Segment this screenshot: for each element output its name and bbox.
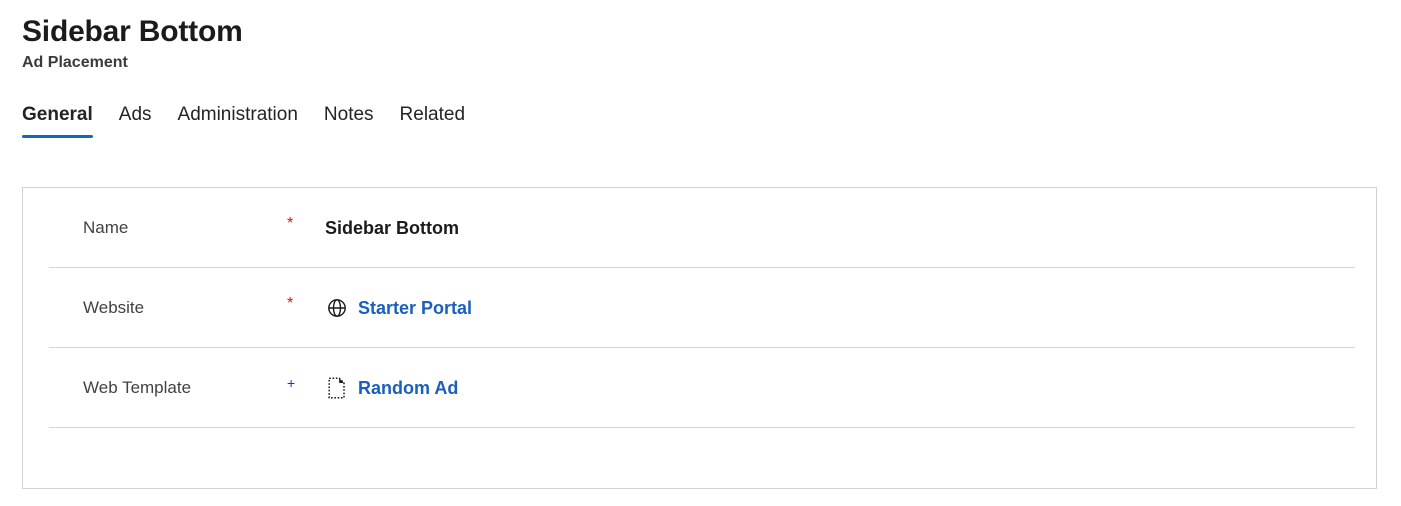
page-header: Sidebar Bottom Ad Placement xyxy=(0,0,1401,74)
tab-related[interactable]: Related xyxy=(387,103,479,138)
field-value: Random Ad xyxy=(325,376,458,400)
page-title: Sidebar Bottom xyxy=(22,15,243,48)
field-row: Name * Sidebar Bottom xyxy=(49,188,1355,268)
general-form-card: Name * Sidebar Bottom Website * Starter Porta… xyxy=(22,187,1377,489)
field-row: Website * Starter Portal xyxy=(49,268,1355,348)
lookup-link[interactable]: Starter Portal xyxy=(358,296,472,320)
field-list: Name * Sidebar Bottom Website * Starter Porta… xyxy=(23,188,1376,428)
lookup-link[interactable]: Random Ad xyxy=(358,376,458,400)
tab-ads[interactable]: Ads xyxy=(106,103,165,138)
required-marker: * xyxy=(287,294,294,312)
field-value: Sidebar Bottom xyxy=(325,216,459,240)
field-label: Name xyxy=(83,217,129,237)
page-dotted-icon xyxy=(325,376,349,400)
field-row: Web Template + Random Ad xyxy=(49,348,1355,428)
globe-icon xyxy=(325,296,349,320)
tab-strip: General Ads Administration Notes Related xyxy=(22,98,1401,138)
recommended-marker: + xyxy=(287,374,296,391)
field-label: Web Template xyxy=(83,377,192,397)
page-subtitle: Ad Placement xyxy=(22,54,128,71)
tab-administration[interactable]: Administration xyxy=(165,103,311,138)
tab-notes[interactable]: Notes xyxy=(311,103,387,138)
required-marker: * xyxy=(287,214,294,232)
tab-general[interactable]: General xyxy=(22,103,106,138)
field-value: Starter Portal xyxy=(325,296,472,320)
field-label: Website xyxy=(83,297,145,317)
field-text-value[interactable]: Sidebar Bottom xyxy=(325,216,459,240)
